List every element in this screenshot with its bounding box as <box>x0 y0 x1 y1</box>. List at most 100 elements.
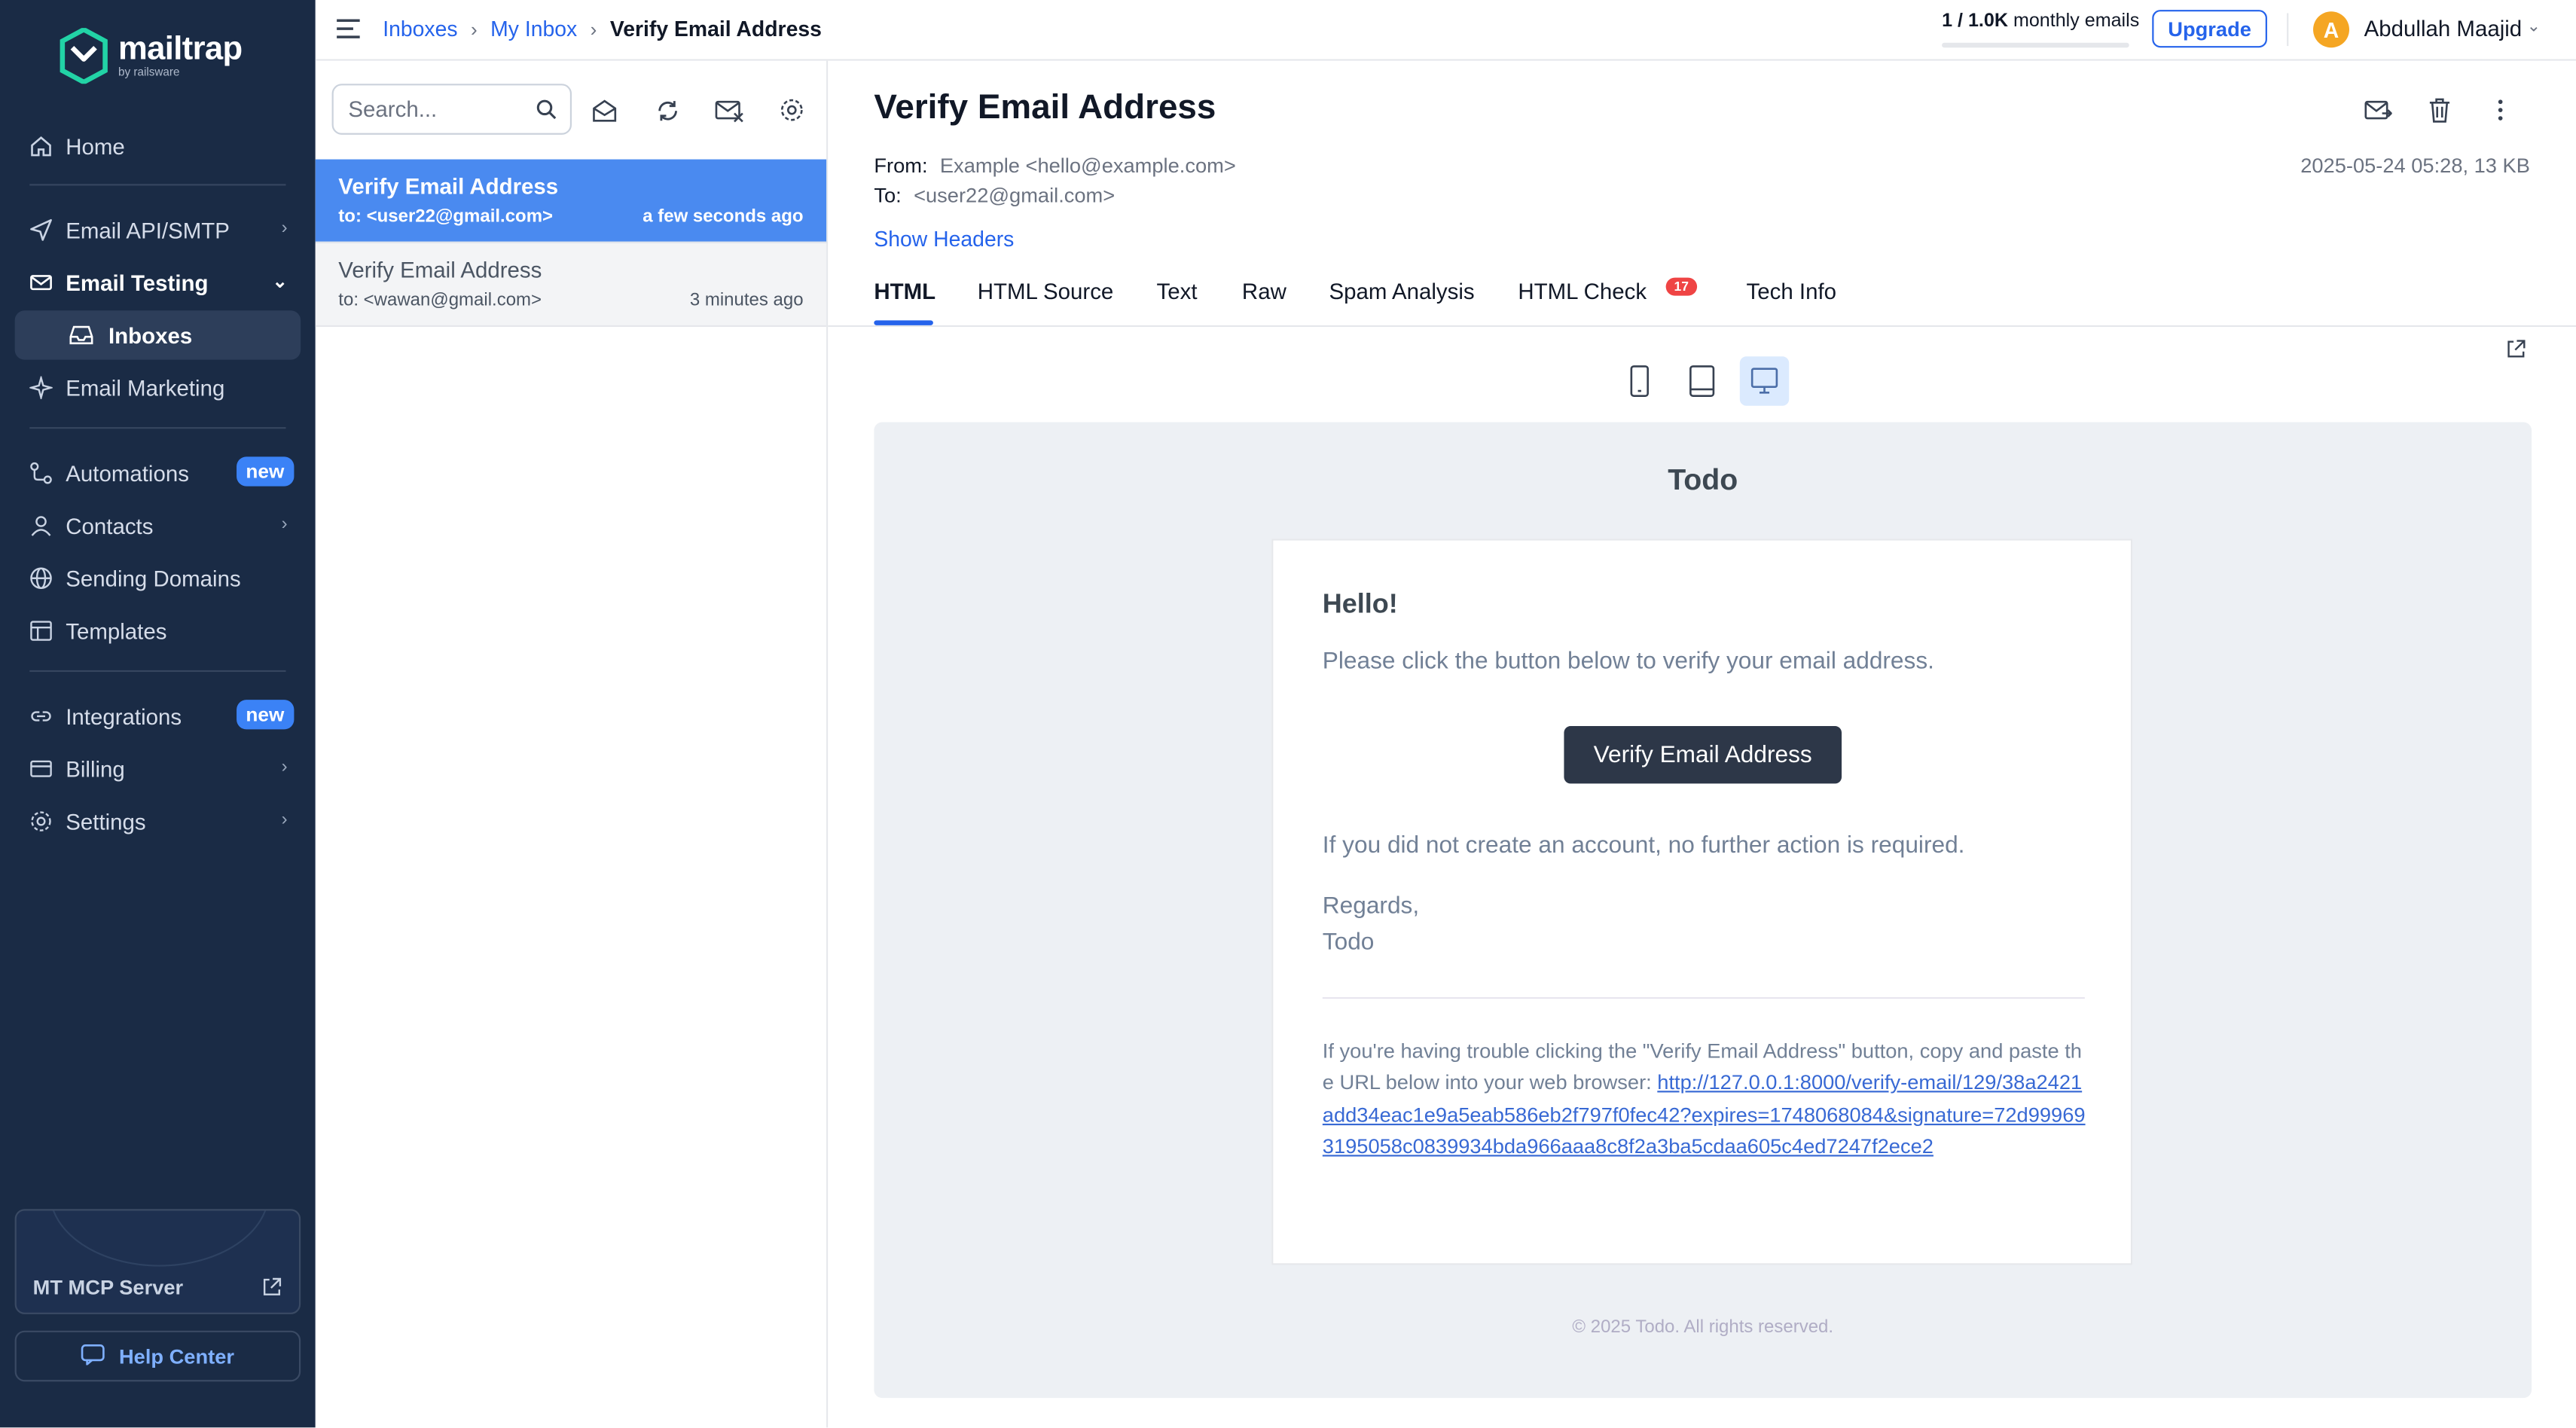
email-intro: Please click the button below to verify … <box>1322 648 1934 676</box>
email-signature: Todo <box>1322 929 1375 957</box>
from-row: From: Example <hello@example.com> <box>874 154 1235 178</box>
message-time: a few seconds ago <box>642 206 804 227</box>
test-mail-icon <box>28 270 54 296</box>
mailtrap-logo-icon <box>60 28 108 84</box>
sidebar-item-templates[interactable]: Templates <box>15 606 301 655</box>
breadcrumb-separator: › <box>590 17 597 41</box>
from-label: From: <box>874 154 928 178</box>
to-row: To: <user22@gmail.com> <box>874 184 1115 207</box>
menu-icon[interactable] <box>335 18 362 47</box>
automation-icon <box>28 460 54 487</box>
tab-spam-analysis[interactable]: Spam Analysis <box>1329 279 1475 304</box>
message-list-panel: Search... Verify Email Address to: <user… <box>315 60 829 1428</box>
sidebar-item-inboxes[interactable]: Inboxes <box>14 310 301 360</box>
forward-icon[interactable] <box>2362 96 2391 125</box>
help-center-label: Help Center <box>118 1344 234 1368</box>
tab-tech-info[interactable]: Tech Info <box>1747 279 1837 304</box>
tab-text[interactable]: Text <box>1157 279 1198 304</box>
sidebar-item-email-marketing[interactable]: Email Marketing <box>15 363 301 412</box>
avatar[interactable]: A <box>2313 11 2350 48</box>
search-input[interactable]: Search... <box>331 84 572 135</box>
email-quota: 1 / 1.0K monthly emails <box>1942 11 2140 32</box>
sidebar-item-home[interactable]: Home <box>15 121 301 170</box>
desktop-view-icon[interactable] <box>1739 356 1790 406</box>
gear-icon <box>28 808 54 835</box>
refresh-icon[interactable] <box>652 96 682 125</box>
tab-html[interactable]: HTML <box>874 279 935 304</box>
chevron-right-icon: › <box>281 757 288 777</box>
sidebar-divider <box>29 427 286 429</box>
verify-email-button[interactable]: Verify Email Address <box>1564 726 1842 784</box>
mark-read-icon[interactable] <box>590 96 619 125</box>
tab-raw[interactable]: Raw <box>1242 279 1286 304</box>
sidebar-item-automations[interactable]: Automations new <box>15 448 301 497</box>
sidebar-item-label: Email Marketing <box>66 375 225 401</box>
trash-icon[interactable] <box>2425 96 2454 125</box>
link-icon <box>28 703 54 730</box>
credit-card-icon <box>28 755 54 782</box>
search-placeholder: Search... <box>348 96 438 122</box>
email-regards: Regards, <box>1322 893 1420 920</box>
more-vertical-icon[interactable] <box>2486 96 2515 125</box>
quota-total: 1.0K <box>1967 11 2008 32</box>
brand-sub: by railsware <box>118 67 180 79</box>
sidebar-item-label: Settings <box>66 809 146 834</box>
sidebar-item-settings[interactable]: Settings › <box>15 797 301 846</box>
tab-html-check[interactable]: HTML Check <box>1518 279 1647 304</box>
clear-inbox-icon[interactable] <box>715 96 744 125</box>
external-link-icon <box>261 1277 282 1306</box>
brand-logo[interactable]: mailtrap by railsware <box>60 28 243 84</box>
contacts-icon <box>28 513 54 539</box>
sidebar-item-label: Contacts <box>66 513 154 539</box>
user-name[interactable]: Abdullah Maajid <box>2364 17 2523 41</box>
template-icon <box>28 618 54 644</box>
message-time: 3 minutes ago <box>689 291 804 311</box>
inbox-settings-icon[interactable] <box>777 96 807 125</box>
email-footer: © 2025 Todo. All rights reserved. <box>1572 1317 1834 1338</box>
list-item[interactable]: Verify Email Address to: <wawan@gmail.co… <box>315 243 827 328</box>
sidebar-divider <box>29 670 286 673</box>
search-icon <box>536 99 557 125</box>
show-headers-link[interactable]: Show Headers <box>874 227 1014 252</box>
sidebar-item-label: Automations <box>66 460 189 486</box>
home-icon <box>28 133 54 160</box>
tab-html-source[interactable]: HTML Source <box>978 279 1114 304</box>
sidebar-item-label: Templates <box>66 618 167 643</box>
sidebar-item-email-testing[interactable]: Email Testing ⌄ <box>15 258 301 307</box>
html-check-count-badge: 17 <box>1665 277 1697 296</box>
email-outro: If you did not create an account, no fur… <box>1322 832 1965 859</box>
list-item[interactable]: Verify Email Address to: <user22@gmail.c… <box>315 159 827 243</box>
new-badge: new <box>236 700 295 730</box>
topbar: Inboxes › My Inbox › Verify Email Addres… <box>315 0 2576 61</box>
email-detail-panel: Verify Email Address From: Example <hell… <box>828 60 2576 1428</box>
email-app-name: Todo <box>1668 463 1738 496</box>
sparkle-icon <box>28 374 54 401</box>
sidebar-item-billing[interactable]: Billing › <box>15 744 301 793</box>
message-recipient: to: <user22@gmail.com> <box>338 206 554 227</box>
chevron-right-icon: › <box>281 514 288 534</box>
breadcrumb: Inboxes › My Inbox › Verify Email Addres… <box>383 17 822 41</box>
external-link-icon[interactable] <box>2505 338 2526 368</box>
sidebar-item-email-api[interactable]: Email API/SMTP › <box>15 206 301 255</box>
breadcrumb-my-inbox[interactable]: My Inbox <box>490 17 577 41</box>
tablet-view-icon[interactable] <box>1677 356 1726 405</box>
email-tabs: HTML HTML Source Text Raw Spam Analysis … <box>828 264 2576 328</box>
chevron-down-icon[interactable]: ⌄ <box>2527 18 2541 36</box>
sidebar-item-sending-domains[interactable]: Sending Domains <box>15 554 301 603</box>
sidebar-item-label: Inboxes <box>108 322 193 348</box>
help-center-button[interactable]: Help Center <box>14 1330 301 1382</box>
upgrade-button[interactable]: Upgrade <box>2152 10 2267 48</box>
mobile-view-icon[interactable] <box>1615 356 1664 405</box>
email-date-size: 2025-05-24 05:28, 13 KB <box>2300 154 2530 178</box>
mcp-server-card[interactable]: MT MCP Server <box>14 1209 301 1314</box>
breadcrumb-inboxes[interactable]: Inboxes <box>383 17 457 41</box>
email-subject: Verify Email Address <box>874 88 1216 127</box>
email-body-card: Hello! Please click the button below to … <box>1271 539 2133 1265</box>
to-value: <user22@gmail.com> <box>914 184 1116 207</box>
sidebar-item-contacts[interactable]: Contacts › <box>15 501 301 550</box>
quota-suffix: monthly emails <box>2013 11 2140 32</box>
email-greeting: Hello! <box>1322 590 1398 620</box>
sidebar: mailtrap by railsware Home Email API/SMT… <box>0 0 316 1428</box>
email-html-preview: Todo Hello! Please click the button belo… <box>874 422 2532 1399</box>
sidebar-item-integrations[interactable]: Integrations new <box>15 691 301 740</box>
